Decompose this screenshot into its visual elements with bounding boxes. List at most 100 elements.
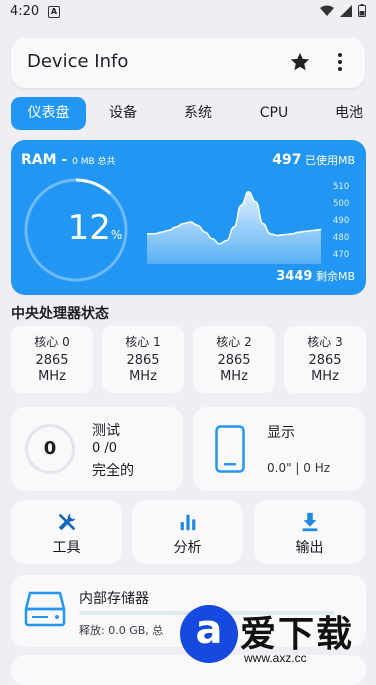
tools-label: 工具 bbox=[52, 540, 81, 556]
core-freq-unit: MHz bbox=[129, 369, 157, 384]
tab-dashboard[interactable]: 仪表盘 bbox=[11, 97, 86, 130]
ram-graph-point bbox=[320, 228, 322, 231]
ram-graph-point bbox=[255, 201, 257, 203]
ram-graph-point bbox=[269, 233, 271, 235]
bar-chart-icon bbox=[180, 514, 196, 531]
ram-card[interactable]: RAM - 0 MB 总共 497 已使用MB 12% 510 500 490 480… bbox=[11, 140, 366, 295]
core-label: 核心 1 bbox=[125, 335, 161, 349]
ram-graph-point bbox=[160, 231, 163, 233]
core-freq-unit: MHz bbox=[220, 369, 248, 384]
watermark: a 爱下载 www.axz.cc bbox=[180, 605, 376, 668]
ram-graph-point bbox=[226, 239, 228, 242]
storage-title: 内部存储器 bbox=[79, 591, 149, 607]
ram-percent-unit: % bbox=[110, 228, 123, 242]
ram-graph-point bbox=[276, 234, 279, 237]
ram-graph-point bbox=[218, 243, 221, 245]
test-progress: 0 /0 bbox=[92, 441, 118, 456]
ram-graph-tick: 480 bbox=[333, 232, 350, 243]
status-icons bbox=[320, 4, 366, 17]
ram-graph-point bbox=[305, 230, 308, 232]
tab-system[interactable]: 系统 bbox=[170, 97, 226, 130]
core-card-3[interactable]: 核心 3 2865 MHz bbox=[284, 326, 366, 393]
app-title: Device Info bbox=[27, 51, 129, 72]
tools-button[interactable]: 工具 bbox=[11, 500, 122, 564]
core-label: 核心 0 bbox=[34, 335, 70, 349]
core-label: 核心 3 bbox=[307, 335, 343, 349]
star-icon[interactable] bbox=[289, 51, 311, 73]
status-bar: 4:20 A bbox=[0, 0, 376, 26]
ram-graph-point bbox=[153, 233, 155, 235]
storage-drive-icon bbox=[24, 591, 66, 627]
core-card-2[interactable]: 核心 2 2865 MHz bbox=[193, 326, 275, 393]
ram-graph-tick: 490 bbox=[333, 216, 350, 226]
ram-graph-point bbox=[182, 223, 184, 225]
core-freq-value: 2865 bbox=[35, 353, 69, 368]
tab-cpu[interactable]: CPU bbox=[246, 97, 302, 130]
ram-graph-point bbox=[189, 221, 192, 223]
watermark-url: www.axz.cc bbox=[244, 651, 307, 665]
tools-icon bbox=[58, 513, 76, 531]
display-card[interactable]: 显示 0.0" | 0 Hz bbox=[193, 407, 365, 491]
core-freq-value: 2865 bbox=[217, 353, 251, 368]
export-label: 输出 bbox=[295, 540, 324, 556]
analysis-button[interactable]: 分析 bbox=[132, 500, 243, 564]
ram-graph-point bbox=[262, 223, 264, 225]
ram-graph-point bbox=[247, 191, 250, 193]
core-freq: 2865 MHz bbox=[284, 353, 366, 385]
status-time: 4:20 bbox=[10, 4, 40, 19]
ram-graph-point bbox=[233, 226, 235, 228]
core-freq-value: 2865 bbox=[126, 353, 160, 368]
ram-used-unit: 已使用MB bbox=[301, 154, 355, 167]
ram-used-value: 497 bbox=[272, 152, 302, 168]
display-value: 0.0" | 0 Hz bbox=[267, 461, 331, 475]
watermark-text: 爱下载 bbox=[240, 613, 355, 655]
ram-free-value: 3449 bbox=[276, 269, 313, 284]
tab-bar: 仪表盘 设备 系统 CPU 电池 bbox=[11, 97, 376, 131]
phone-icon bbox=[215, 425, 245, 473]
ram-graph-point bbox=[240, 204, 242, 206]
core-freq-unit: MHz bbox=[311, 369, 339, 384]
ram-label: RAM - 0 MB 总共 bbox=[21, 152, 116, 168]
ram-free: 3449 剩余MB bbox=[276, 268, 355, 284]
tab-device[interactable]: 设备 bbox=[95, 97, 151, 130]
ram-percent: 12% bbox=[55, 208, 135, 248]
tab-battery[interactable]: 电池 bbox=[321, 97, 376, 130]
ram-total: 0 MB 总共 bbox=[72, 157, 116, 167]
test-status: 完全的 bbox=[92, 463, 134, 479]
notification-icon: A bbox=[48, 6, 60, 18]
core-freq-value: 2865 bbox=[308, 353, 342, 368]
battery-icon bbox=[358, 4, 366, 17]
ram-graph-point bbox=[197, 224, 199, 226]
ram-graph-point bbox=[175, 226, 177, 228]
ram-used: 497 已使用MB bbox=[272, 152, 355, 168]
ram-graph-point bbox=[291, 233, 293, 235]
ram-graph-point bbox=[204, 231, 206, 233]
ram-percent-value: 12 bbox=[67, 208, 111, 248]
core-freq: 2865 MHz bbox=[102, 353, 184, 385]
ram-graph-point bbox=[211, 238, 213, 240]
ram-graph-tick: 500 bbox=[333, 199, 350, 210]
core-card-0[interactable]: 核心 0 2865 MHz bbox=[11, 326, 93, 393]
ram-graph-point bbox=[298, 231, 300, 233]
watermark-logo-letter: a bbox=[195, 607, 223, 653]
download-icon bbox=[302, 512, 318, 532]
core-card-1[interactable]: 核心 1 2865 MHz bbox=[102, 326, 184, 393]
core-label: 核心 2 bbox=[216, 335, 252, 349]
ram-label-text: RAM - bbox=[21, 152, 73, 168]
analysis-label: 分析 bbox=[173, 540, 202, 556]
storage-detail: 释放: 0.0 GB, 总 bbox=[79, 624, 164, 637]
wifi-icon bbox=[320, 5, 334, 16]
ram-usage-graph bbox=[147, 191, 322, 264]
core-freq: 2865 MHz bbox=[11, 353, 93, 385]
test-count-ring: 0 bbox=[25, 424, 75, 474]
more-vert-icon[interactable] bbox=[336, 51, 344, 73]
ram-graph-tick: 470 bbox=[333, 249, 350, 260]
app-bar: Device Info bbox=[11, 38, 365, 88]
display-title: 显示 bbox=[267, 425, 295, 441]
test-title: 测试 bbox=[92, 423, 120, 439]
export-button[interactable]: 输出 bbox=[254, 500, 365, 564]
test-card[interactable]: 0 测试 0 /0 完全的 bbox=[11, 407, 183, 491]
ram-graph-point bbox=[284, 234, 286, 236]
cpu-section-title: 中央处理器状态 bbox=[11, 306, 109, 322]
ram-graph-tick: 510 bbox=[333, 182, 350, 193]
